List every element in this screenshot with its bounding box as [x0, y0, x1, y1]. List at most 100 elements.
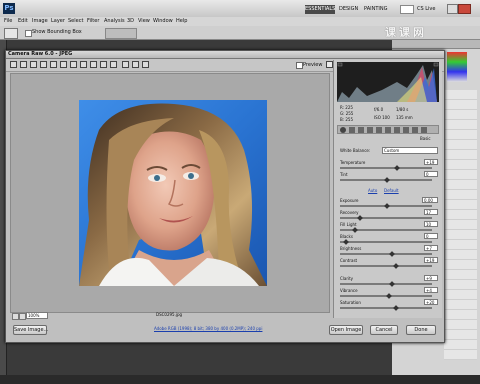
split-toning-tab-icon[interactable] [376, 127, 382, 133]
panel-list [444, 90, 477, 360]
auto-link[interactable]: Auto [368, 189, 377, 193]
zoom-tool-icon[interactable] [10, 61, 17, 68]
rotate-ccw-icon[interactable] [132, 61, 139, 68]
preview-label: Preview [303, 62, 323, 68]
panel-tab-title: Basic [420, 136, 431, 141]
slider-value-tint[interactable]: 0 [424, 171, 438, 177]
hand-tool-icon[interactable] [20, 61, 27, 68]
cancel-button[interactable]: Cancel [370, 325, 398, 335]
fullscreen-icon[interactable] [326, 61, 333, 68]
slider-label-saturation: Saturation [340, 300, 361, 305]
slider-label-blacks: Blacks [340, 234, 353, 239]
workspace-design[interactable]: DESIGN [339, 7, 358, 12]
panel-tabs[interactable] [392, 40, 480, 49]
menu-help[interactable]: Help [176, 19, 187, 24]
cs-live[interactable]: CS Live [417, 7, 435, 12]
minimize-icon[interactable] [447, 4, 458, 14]
panel-tab-strip [337, 125, 439, 134]
slider-label-vibrance: Vibrance [340, 288, 358, 293]
slider-track-clarity[interactable] [340, 283, 432, 285]
slider-label-brightness: Brightness [340, 246, 362, 251]
white-balance-select[interactable]: Custom [382, 147, 438, 154]
done-button[interactable]: Done [406, 325, 436, 335]
menu-filter[interactable]: Filter [87, 19, 99, 24]
save-image-button[interactable]: Save Image... [13, 325, 48, 335]
slider-track-recovery[interactable] [340, 217, 432, 219]
menu-file[interactable]: File [4, 19, 12, 24]
menu-select[interactable]: Select [68, 19, 83, 24]
align-buttons[interactable] [105, 28, 137, 39]
show-bounding-box-label: Show Bounding Box [32, 29, 82, 35]
effects-tab-icon[interactable] [394, 127, 400, 133]
menu-3d[interactable]: 3D [127, 19, 134, 24]
slider-label-contrast: Contrast [340, 258, 358, 263]
workspace-essentials[interactable]: ESSENTIALS [305, 5, 335, 14]
dialog-title-bar: Camera Raw 6.0 - JPEG [6, 51, 444, 59]
readout-b: B: 255 [340, 117, 353, 122]
slider-value-vibrance[interactable]: +4 [424, 287, 438, 293]
slider-value-brightness[interactable]: +7 [424, 245, 438, 251]
slider-label-temperature: Temperature [340, 160, 366, 165]
graduated-filter-icon[interactable] [110, 61, 117, 68]
menu-view[interactable]: View [138, 19, 150, 24]
slider-value-clarity[interactable]: +9 [424, 275, 438, 281]
color-swatches[interactable] [447, 52, 467, 82]
workspace-painting[interactable]: PAINTING [364, 7, 387, 12]
crop-tool-icon[interactable] [60, 61, 67, 68]
status-bar [0, 375, 480, 384]
straighten-tool-icon[interactable] [70, 61, 77, 68]
adjustment-brush-icon[interactable] [100, 61, 107, 68]
detail-tab-icon[interactable] [358, 127, 364, 133]
dialog-title: Camera Raw 6.0 - JPEG [8, 51, 73, 57]
slider-track-temperature[interactable] [340, 167, 432, 169]
slider-value-contrast[interactable]: +19 [424, 257, 438, 263]
hsl-tab-icon[interactable] [367, 127, 373, 133]
workflow-options-link[interactable]: Adobe RGB (1998); 8 bit; 380 by 400 (0.2… [154, 327, 262, 331]
snapshots-tab-icon[interactable] [421, 127, 427, 133]
tone-curve-tab-icon[interactable] [349, 127, 355, 133]
color-sampler-icon[interactable] [40, 61, 47, 68]
white-balance-tool-icon[interactable] [30, 61, 37, 68]
slider-track-brightness[interactable] [340, 253, 432, 255]
presets-tab-icon[interactable] [412, 127, 418, 133]
zoom-increase[interactable] [19, 313, 26, 320]
menu-image[interactable]: Image [32, 19, 48, 24]
camera-calibration-tab-icon[interactable] [403, 127, 409, 133]
menu-edit[interactable]: Edit [18, 19, 28, 24]
readout-aperture: f/6.0 [374, 107, 384, 112]
slider-value-saturation[interactable]: +20 [424, 299, 438, 305]
move-tool-icon[interactable] [4, 28, 18, 39]
zoom-level[interactable]: 100% [26, 312, 48, 319]
red-eye-icon[interactable] [90, 61, 97, 68]
default-link[interactable]: Default [384, 189, 399, 193]
menu-analysis[interactable]: Analysis [104, 19, 125, 24]
basic-tab-icon[interactable] [340, 127, 346, 133]
preview-checkbox[interactable] [296, 62, 303, 69]
slider-value-exposure[interactable]: 0.00 [422, 197, 438, 203]
slider-value-fill-light[interactable]: 10 [424, 221, 438, 227]
slider-track-saturation[interactable] [340, 307, 432, 309]
slider-value-recovery[interactable]: 17 [424, 209, 438, 215]
preview-area [10, 73, 330, 313]
spot-removal-icon[interactable] [80, 61, 87, 68]
targeted-adjust-icon[interactable] [50, 61, 57, 68]
options-bar: Show Bounding Box 课课网 [0, 26, 480, 40]
preferences-icon[interactable] [122, 61, 129, 68]
slider-value-blacks[interactable]: 0 [424, 233, 438, 239]
zoom-decrease[interactable] [12, 313, 19, 320]
camera-raw-dialog: Camera Raw 6.0 - JPEG Preview 100% DSC02… [5, 50, 445, 343]
ps-logo: Ps [3, 3, 15, 14]
readout-r: R: 225 [340, 105, 353, 110]
lens-tab-icon[interactable] [385, 127, 391, 133]
slider-track-contrast[interactable] [340, 265, 432, 267]
close-icon[interactable] [458, 4, 471, 14]
menu-layer[interactable]: Layer [51, 19, 65, 24]
slider-label-recovery: Recovery [340, 210, 359, 215]
show-bounding-box-checkbox[interactable] [25, 30, 32, 37]
slider-track-blacks[interactable] [340, 241, 432, 243]
search-input[interactable] [400, 5, 414, 14]
slider-value-temperature[interactable]: +19 [424, 159, 438, 165]
rotate-cw-icon[interactable] [142, 61, 149, 68]
open-image-button[interactable]: Open Image [329, 325, 363, 335]
menu-window[interactable]: Window [153, 19, 173, 24]
